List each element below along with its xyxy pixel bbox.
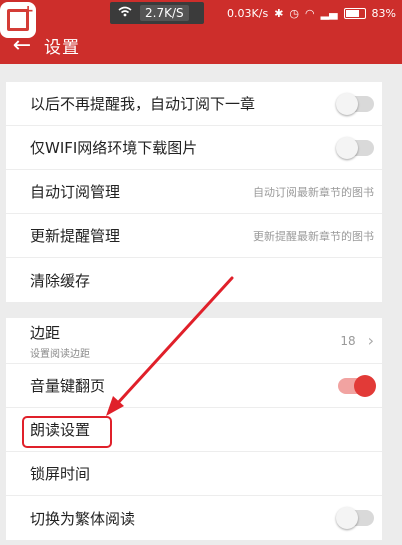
traditional-toggle[interactable]	[336, 507, 374, 529]
setting-traditional-row[interactable]: 切换为繁体阅读	[6, 496, 382, 540]
setting-hint: 自动订阅最新章节的图书	[253, 185, 374, 199]
wifi-signal-icon: ◠	[305, 6, 315, 20]
setting-label: 仅WIFI网络环境下载图片	[30, 139, 198, 157]
chevron-right-icon: ›	[367, 331, 374, 350]
status-bar: 2.7K/S 0.03K/s ✱ ◷ ◠ ▂▄ 83%	[0, 0, 402, 26]
network-indicator: 2.7K/S	[110, 2, 204, 24]
settings-group-reading: 边距 设置阅读边距 18 › 音量键翻页 朗读设置 锁屏时间 切换为繁体阅读	[6, 318, 382, 540]
status-right: 0.03K/s ✱ ◷ ◠ ▂▄ 83%	[227, 0, 396, 26]
battery-icon	[343, 7, 366, 19]
setting-clear-cache-row[interactable]: 清除缓存	[6, 258, 382, 302]
app-logo-icon: +	[0, 2, 36, 38]
setting-label: 更新提醒管理	[30, 227, 121, 245]
setting-label: 清除缓存	[30, 271, 91, 290]
app-bar: ← 设置	[0, 26, 402, 64]
wifi-images-toggle[interactable]	[336, 136, 374, 159]
setting-label: 以后不再提醒我，自动订阅下一章	[30, 95, 256, 113]
setting-margin-row[interactable]: 边距 设置阅读边距 18 ›	[6, 318, 382, 364]
auto-subscribe-toggle[interactable]	[336, 92, 374, 115]
setting-sublabel: 设置阅读边距	[30, 348, 90, 360]
setting-label: 边距	[30, 323, 61, 342]
settings-group-general: 以后不再提醒我，自动订阅下一章 仅WIFI网络环境下载图片 自动订阅管理 自动订…	[6, 82, 382, 302]
setting-label: 切换为繁体阅读	[30, 509, 136, 528]
network-speed: 2.7K/S	[140, 5, 189, 21]
setting-volume-key-row[interactable]: 音量键翻页	[6, 364, 382, 408]
setting-label: 音量键翻页	[30, 377, 106, 395]
alarm-icon: ◷	[289, 6, 300, 20]
setting-lock-time-row[interactable]: 锁屏时间	[6, 452, 382, 496]
cell-signal-icon: ▂▄	[320, 6, 338, 20]
wifi-icon	[118, 6, 132, 20]
bluetooth-icon: ✱	[274, 6, 284, 20]
setting-read-aloud-row[interactable]: 朗读设置	[6, 408, 382, 452]
margin-value: 18	[340, 333, 356, 348]
setting-label: 自动订阅管理	[30, 183, 121, 201]
setting-update-reminder-row[interactable]: 更新提醒管理 更新提醒最新章节的图书	[6, 214, 382, 258]
annotation-highlight-box	[22, 416, 112, 448]
setting-wifi-images-row[interactable]: 仅WIFI网络环境下载图片	[6, 126, 382, 170]
setting-hint: 更新提醒最新章节的图书	[253, 229, 374, 243]
page-title: 设置	[44, 37, 80, 58]
setting-label: 锁屏时间	[30, 465, 91, 483]
battery-percent: 83%	[371, 6, 396, 20]
setting-auto-subscribe-manage-row[interactable]: 自动订阅管理 自动订阅最新章节的图书	[6, 170, 382, 214]
setting-auto-subscribe-row[interactable]: 以后不再提醒我，自动订阅下一章	[6, 82, 382, 126]
volume-key-toggle[interactable]	[338, 374, 376, 397]
data-rate: 0.03K/s	[227, 6, 269, 20]
